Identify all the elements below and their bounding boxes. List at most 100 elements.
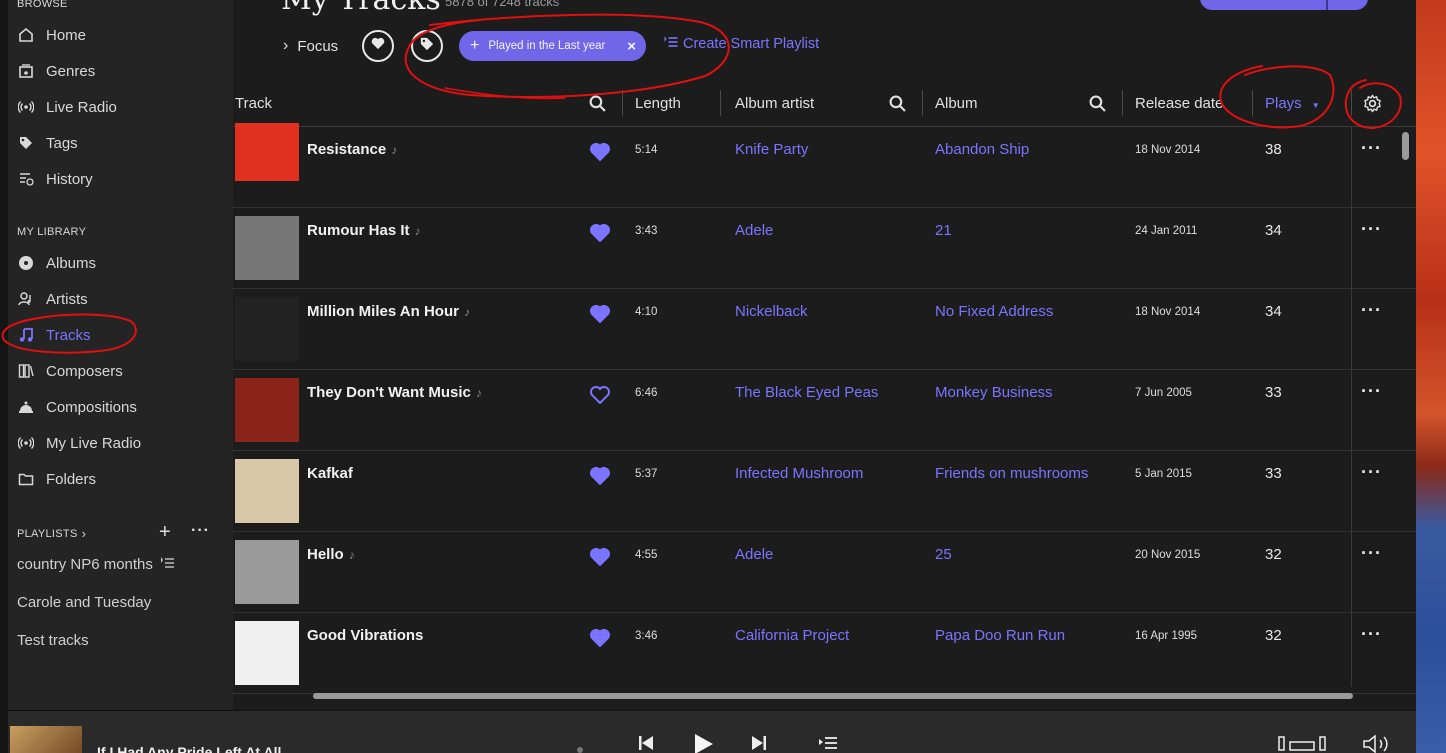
album-link[interactable]: 25 <box>935 546 952 563</box>
table-row[interactable]: Million Miles An Hour ♪ 4:10 Nickelback … <box>233 289 1416 370</box>
more-options-icon[interactable]: ··· <box>1361 219 1382 240</box>
horizontal-scrollbar[interactable] <box>313 693 1353 699</box>
album-cover[interactable] <box>235 378 299 442</box>
now-playing-title[interactable]: If I Had Any Pride Left At All <box>97 744 281 753</box>
more-options-icon[interactable]: ··· <box>1361 300 1382 321</box>
album-link[interactable]: No Fixed Address <box>935 303 1053 320</box>
sidebar-item-my-live-radio[interactable]: My Live Radio <box>17 431 141 455</box>
table-row[interactable]: Resistance ♪ 5:14 Knife Party Abandon Sh… <box>233 123 1416 208</box>
search-icon[interactable] <box>889 86 906 120</box>
sidebar-item-live-radio[interactable]: Live Radio <box>17 95 117 119</box>
album-artist-link[interactable]: Adele <box>735 546 773 563</box>
close-icon[interactable]: × <box>627 38 636 55</box>
column-separator[interactable] <box>922 90 923 116</box>
heart-icon[interactable] <box>590 386 610 404</box>
column-header-album[interactable]: Album <box>935 86 978 120</box>
more-options-icon[interactable]: ··· <box>1361 462 1382 483</box>
album-cover[interactable] <box>235 621 299 685</box>
progress-dot-icon[interactable] <box>576 741 584 753</box>
album-link[interactable]: Papa Doo Run Run <box>935 627 1065 644</box>
table-row[interactable]: Hello ♪ 4:55 Adele 25 20 Nov 2015 32 ··· <box>233 532 1416 613</box>
heart-filter-button[interactable] <box>362 30 394 62</box>
track-title[interactable]: Kafkaf <box>307 465 353 482</box>
sidebar-item-tags[interactable]: Tags <box>17 131 78 155</box>
heart-icon[interactable] <box>590 467 610 485</box>
sidebar-item-albums[interactable]: Albums <box>17 251 96 275</box>
now-playing-cover[interactable] <box>10 726 82 753</box>
column-separator[interactable] <box>622 90 623 116</box>
volume-icon[interactable] <box>1363 734 1393 753</box>
add-playlist-icon[interactable]: + <box>159 521 171 544</box>
album-link[interactable]: Monkey Business <box>935 384 1053 401</box>
sidebar-item-artists[interactable]: Artists <box>17 287 88 311</box>
create-smart-playlist-link[interactable]: Create Smart Playlist <box>663 36 819 52</box>
album-cover[interactable] <box>235 459 299 523</box>
column-separator[interactable] <box>1252 90 1253 116</box>
track-title[interactable]: Rumour Has It ♪ <box>307 222 421 239</box>
column-header-album-artist[interactable]: Album artist <box>735 86 814 120</box>
sidebar-item-home[interactable]: Home <box>17 23 86 47</box>
album-artist-link[interactable]: Infected Mushroom <box>735 465 863 482</box>
search-icon[interactable] <box>1089 86 1106 120</box>
album-cover[interactable] <box>235 297 299 361</box>
more-options-icon[interactable]: ··· <box>1361 138 1382 159</box>
sidebar-item-genres[interactable]: Genres <box>17 59 95 83</box>
more-options-icon[interactable]: ··· <box>1361 381 1382 402</box>
track-title[interactable]: Good Vibrations <box>307 627 423 644</box>
column-separator[interactable] <box>1122 90 1123 116</box>
more-options-icon[interactable]: ··· <box>1361 624 1382 645</box>
album-link[interactable]: Friends on mushrooms <box>935 465 1088 482</box>
audio-output-icon[interactable] <box>1278 735 1326 753</box>
album-artist-link[interactable]: The Black Eyed Peas <box>735 384 878 401</box>
track-title[interactable]: Hello ♪ <box>307 546 355 563</box>
playlist-item[interactable]: country NP6 months <box>17 556 174 573</box>
search-icon[interactable] <box>589 86 606 120</box>
more-options-icon[interactable]: ··· <box>1361 543 1382 564</box>
play-all-button[interactable] <box>1200 0 1368 10</box>
column-header-release-date[interactable]: Release date <box>1135 86 1223 120</box>
sidebar-item-folders[interactable]: Folders <box>17 467 96 491</box>
table-row[interactable]: Kafkaf 5:37 Infected Mushroom Friends on… <box>233 451 1416 532</box>
playlist-item[interactable]: Carole and Tuesday <box>17 594 151 611</box>
album-cover[interactable] <box>235 216 299 280</box>
album-artist-link[interactable]: California Project <box>735 627 849 644</box>
album-artist-link[interactable]: Adele <box>735 222 773 239</box>
sidebar-item-composers[interactable]: Composers <box>17 359 123 383</box>
album-cover[interactable] <box>235 123 299 181</box>
track-title[interactable]: Million Miles An Hour ♪ <box>307 303 470 320</box>
play-icon[interactable] <box>692 733 714 753</box>
album-link[interactable]: 21 <box>935 222 952 239</box>
album-artist-link[interactable]: Nickelback <box>735 303 808 320</box>
track-title[interactable]: They Don't Want Music ♪ <box>307 384 482 401</box>
sidebar-item-history[interactable]: History <box>17 167 93 191</box>
column-header-length[interactable]: Length <box>635 86 681 120</box>
vertical-scrollbar[interactable] <box>1402 132 1409 160</box>
heart-icon[interactable] <box>590 224 610 242</box>
table-row[interactable]: Rumour Has It ♪ 3:43 Adele 21 24 Jan 201… <box>233 208 1416 289</box>
table-row[interactable]: They Don't Want Music ♪ 6:46 The Black E… <box>233 370 1416 451</box>
heart-icon[interactable] <box>590 548 610 566</box>
column-separator[interactable] <box>1351 90 1352 116</box>
column-separator[interactable] <box>720 90 721 116</box>
album-artist-link[interactable]: Knife Party <box>735 141 808 158</box>
column-header-plays[interactable]: Plays ▼ <box>1265 86 1320 120</box>
previous-track-icon[interactable] <box>638 735 654 753</box>
sidebar-item-tracks[interactable]: Tracks <box>17 323 90 347</box>
album-link[interactable]: Abandon Ship <box>935 141 1029 158</box>
table-row[interactable]: Good Vibrations 3:46 California Project … <box>233 613 1416 694</box>
track-title[interactable]: Resistance ♪ <box>307 141 397 158</box>
column-header-track[interactable]: Track <box>235 86 272 120</box>
sidebar-item-compositions[interactable]: Compositions <box>17 395 137 419</box>
heart-icon[interactable] <box>590 305 610 323</box>
playlist-item[interactable]: Test tracks <box>17 632 89 649</box>
filter-chip[interactable]: + Played in the Last year × <box>459 31 646 61</box>
gear-icon[interactable] <box>1363 86 1382 120</box>
heart-icon[interactable] <box>590 629 610 647</box>
tag-filter-button[interactable] <box>411 30 443 62</box>
album-cover[interactable] <box>235 540 299 604</box>
playlists-heading[interactable]: PLAYLISTS › <box>17 526 86 541</box>
queue-icon[interactable] <box>818 735 838 753</box>
heart-icon[interactable] <box>590 143 610 161</box>
next-track-icon[interactable] <box>751 735 767 753</box>
playlists-more-icon[interactable]: ··· <box>191 522 210 540</box>
